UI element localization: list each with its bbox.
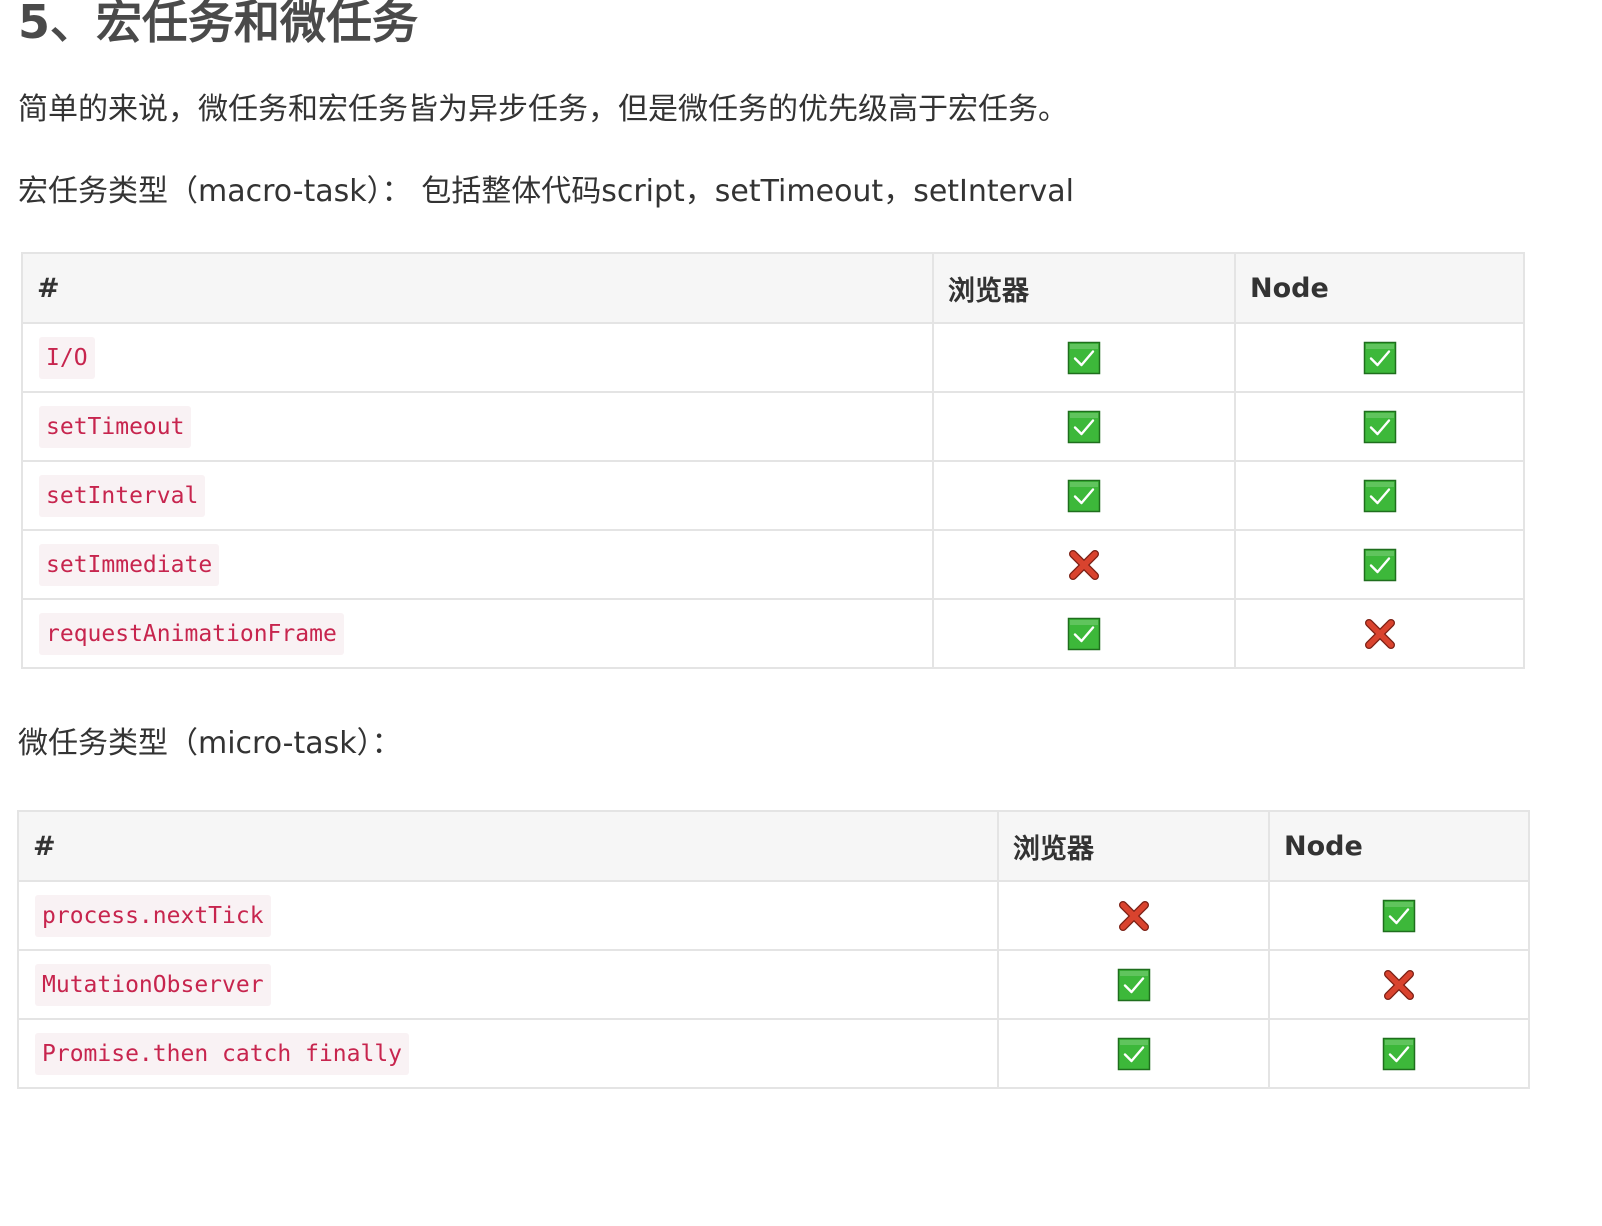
api-name-code: MutationObserver <box>35 963 271 1006</box>
node-support-cell <box>1234 322 1525 393</box>
api-name-code: setImmediate <box>39 543 220 586</box>
api-name-code: setTimeout <box>39 405 192 448</box>
check-icon <box>1382 1037 1416 1071</box>
micro-task-table: # 浏览器 Node process.nextTick MutationObse… <box>17 810 1530 1089</box>
node-support-cell <box>1268 1018 1530 1089</box>
table-row: setTimeout <box>21 391 1525 462</box>
table-row: setImmediate <box>21 529 1525 600</box>
column-header-browser: 浏览器 <box>997 810 1270 882</box>
api-name-code: I/O <box>39 336 95 379</box>
api-name-cell: setTimeout <box>21 391 934 462</box>
check-icon <box>1117 968 1151 1002</box>
column-header-node: Node <box>1234 252 1525 324</box>
check-icon <box>1067 479 1101 513</box>
column-header-browser: 浏览器 <box>932 252 1236 324</box>
table-row: Promise.then catch finally <box>17 1018 1530 1089</box>
browser-support-cell <box>997 880 1270 951</box>
api-name-code: Promise.then catch finally <box>35 1032 410 1075</box>
column-header-name: # <box>21 252 934 324</box>
check-icon <box>1067 341 1101 375</box>
api-name-code: requestAnimationFrame <box>39 612 344 655</box>
table-header-row: # 浏览器 Node <box>17 810 1530 882</box>
check-icon <box>1363 479 1397 513</box>
check-icon <box>1363 341 1397 375</box>
table-row: setInterval <box>21 460 1525 531</box>
api-name-cell: setInterval <box>21 460 934 531</box>
macro-task-heading: 宏任务类型（macro-task）： 包括整体代码script，setTimeo… <box>18 174 1074 209</box>
macro-task-table: # 浏览器 Node I/O setTimeout setInterval se… <box>21 252 1525 669</box>
micro-task-heading: 微任务类型（micro-task）： <box>18 726 402 761</box>
node-support-cell <box>1234 460 1525 531</box>
browser-support-cell <box>997 1018 1270 1089</box>
table-row: requestAnimationFrame <box>21 598 1525 669</box>
browser-support-cell <box>997 949 1270 1020</box>
cross-icon <box>1363 617 1397 651</box>
table-row: I/O <box>21 322 1525 393</box>
browser-support-cell <box>932 460 1236 531</box>
check-icon <box>1067 410 1101 444</box>
api-name-cell: Promise.then catch finally <box>17 1018 999 1089</box>
api-name-cell: MutationObserver <box>17 949 999 1020</box>
browser-support-cell <box>932 529 1236 600</box>
column-header-node: Node <box>1268 810 1530 882</box>
node-support-cell <box>1268 949 1530 1020</box>
check-icon <box>1363 548 1397 582</box>
check-icon <box>1067 617 1101 651</box>
api-name-code: process.nextTick <box>35 894 271 937</box>
browser-support-cell <box>932 391 1236 462</box>
article-page: 5、宏任务和微任务 简单的来说，微任务和宏任务皆为异步任务，但是微任务的优先级高… <box>0 0 1602 1226</box>
browser-support-cell <box>932 598 1236 669</box>
intro-paragraph: 简单的来说，微任务和宏任务皆为异步任务，但是微任务的优先级高于宏任务。 <box>18 92 1068 127</box>
api-name-cell: requestAnimationFrame <box>21 598 934 669</box>
cross-icon <box>1067 548 1101 582</box>
api-name-cell: setImmediate <box>21 529 934 600</box>
api-name-cell: process.nextTick <box>17 880 999 951</box>
check-icon <box>1117 1037 1151 1071</box>
section-title: 5、宏任务和微任务 <box>18 0 419 49</box>
column-header-name: # <box>17 810 999 882</box>
cross-icon <box>1117 899 1151 933</box>
check-icon <box>1382 899 1416 933</box>
browser-support-cell <box>932 322 1236 393</box>
table-row: process.nextTick <box>17 880 1530 951</box>
table-row: MutationObserver <box>17 949 1530 1020</box>
node-support-cell <box>1234 598 1525 669</box>
api-name-code: setInterval <box>39 474 206 517</box>
api-name-cell: I/O <box>21 322 934 393</box>
node-support-cell <box>1268 880 1530 951</box>
check-icon <box>1363 410 1397 444</box>
cross-icon <box>1382 968 1416 1002</box>
node-support-cell <box>1234 391 1525 462</box>
table-header-row: # 浏览器 Node <box>21 252 1525 324</box>
node-support-cell <box>1234 529 1525 600</box>
